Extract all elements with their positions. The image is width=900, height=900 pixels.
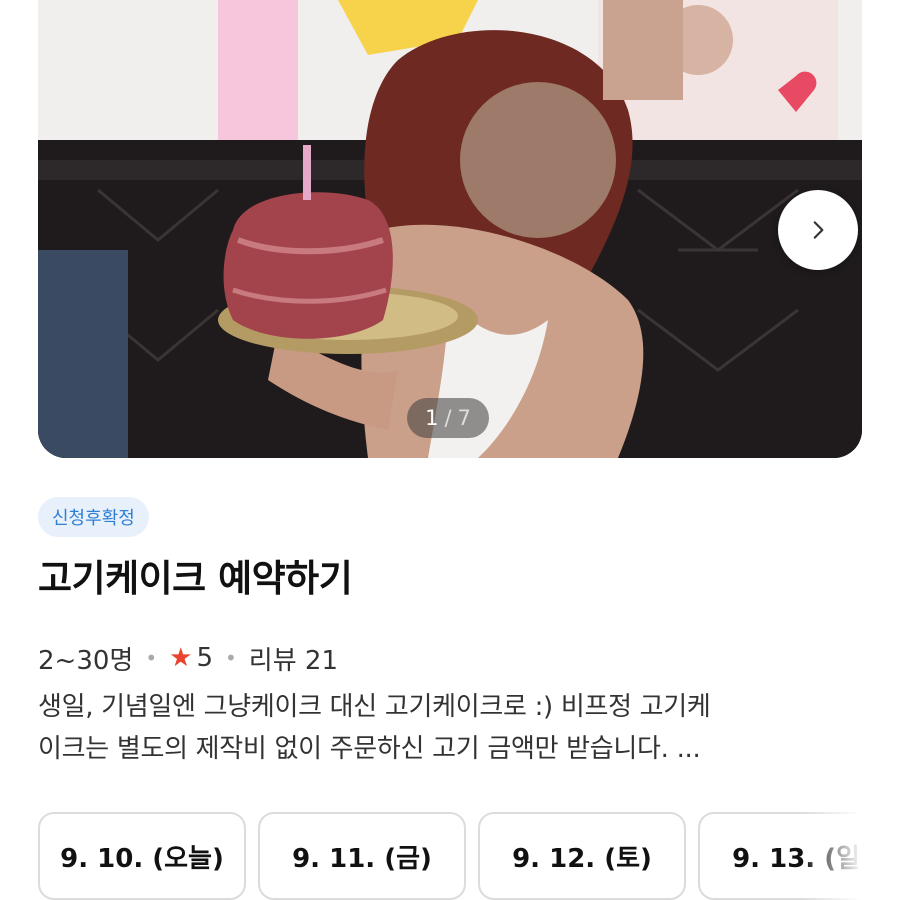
rating-value: 5 (196, 643, 213, 673)
pager-separator: / (444, 406, 452, 430)
date-chip[interactable]: 9. 12. (토) (478, 812, 686, 900)
star-icon: ★ (169, 643, 193, 673)
product-photo (38, 0, 862, 458)
product-meta: 2~30명 • ★ 5 • 리뷰 21 (38, 638, 338, 678)
capacity-text: 2~30명 (38, 645, 134, 676)
product-description[interactable]: 생일, 기념일엔 그냥케이크 대신 고기케이크로 :) 비프정 고기케 이크는 … (38, 686, 868, 770)
separator-dot: • (225, 646, 237, 670)
status-badge: 신청후확정 (38, 497, 149, 537)
separator-dot: • (145, 646, 158, 670)
next-image-button[interactable] (778, 190, 858, 270)
date-chip[interactable]: 9. 11. (금) (258, 812, 466, 900)
description-line: 이크는 별도의 제작비 없이 주문하신 고기 금액만 받습니다. ... (38, 734, 701, 764)
page-title: 고기케이크 예약하기 (38, 557, 353, 600)
pager-current: 1 (425, 406, 439, 430)
review-count-link[interactable]: 리뷰 21 (249, 640, 338, 677)
pager-total: 7 (457, 406, 471, 430)
photo-carousel[interactable]: 1 / 7 (38, 0, 862, 458)
image-pager: 1 / 7 (407, 398, 489, 438)
scroll-fade (802, 812, 862, 900)
chevron-right-icon (813, 221, 824, 239)
description-line: 생일, 기념일엔 그냥케이크 대신 고기케이크로 :) 비프정 고기케 (38, 692, 711, 722)
date-chip[interactable]: 9. 10. (오늘) (38, 812, 246, 900)
date-selector[interactable]: 9. 10. (오늘) 9. 11. (금) 9. 12. (토) 9. 13.… (38, 812, 862, 900)
